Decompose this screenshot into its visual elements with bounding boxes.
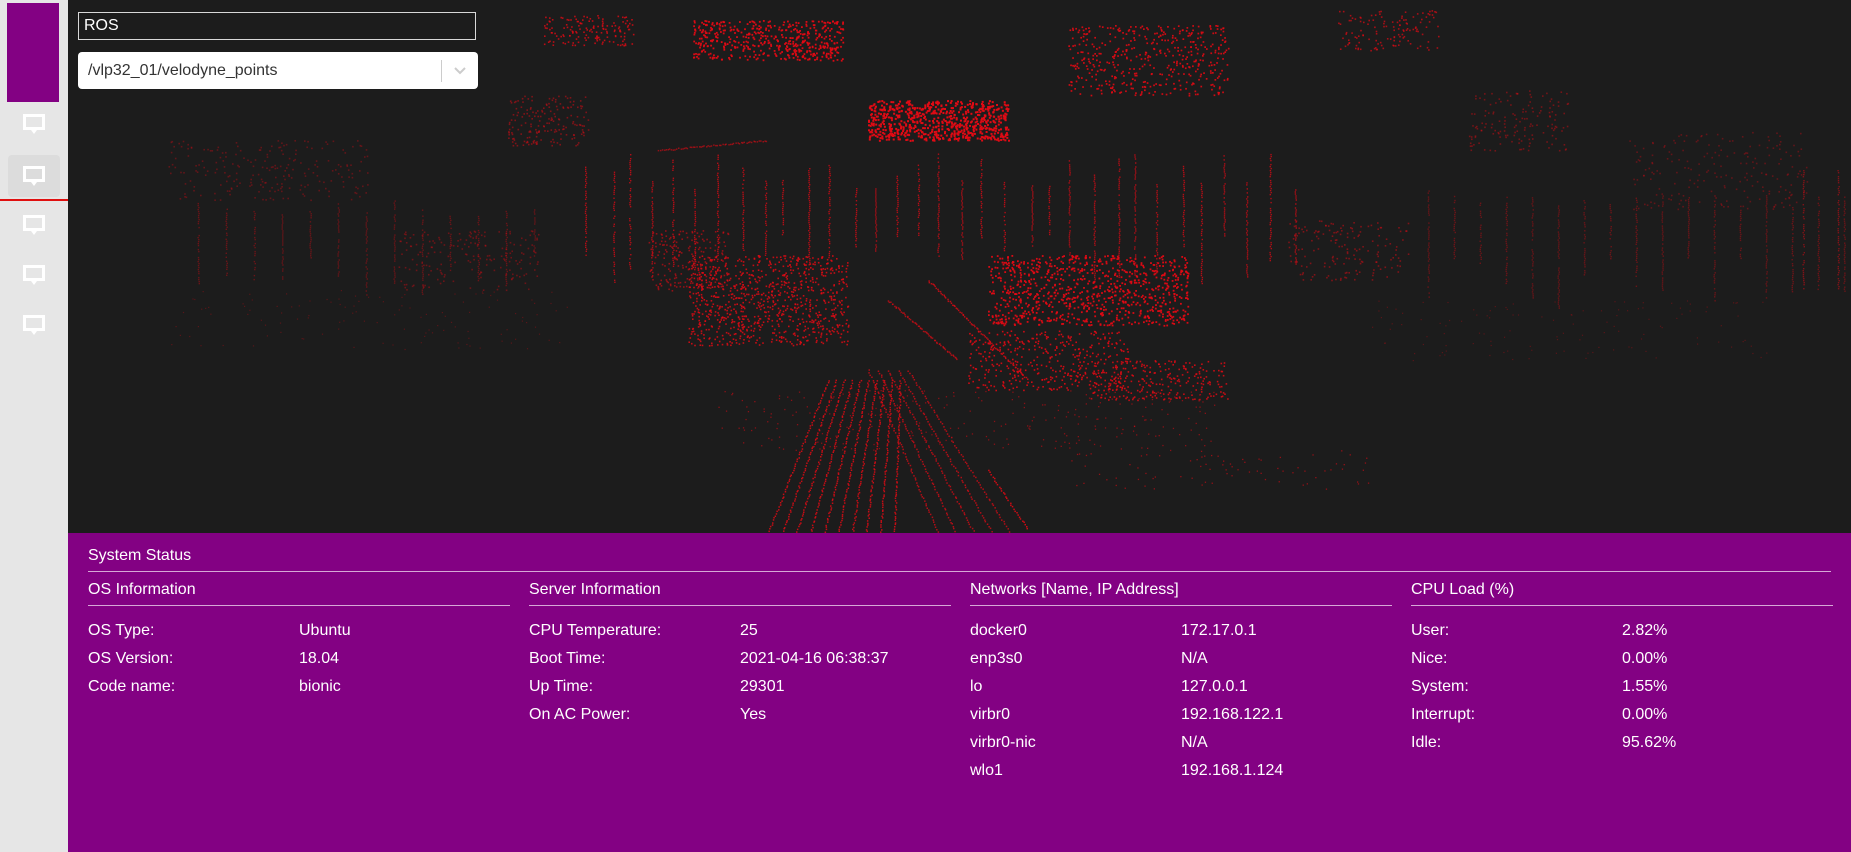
info-row: Nice: 0.00%	[1411, 645, 1833, 673]
row-label: Code name:	[88, 678, 176, 695]
row-label: wlo1	[970, 762, 1003, 779]
sidebar-item-2[interactable]	[8, 155, 60, 197]
row-value: 192.168.122.1	[1181, 706, 1284, 723]
row-label: User:	[1411, 622, 1450, 639]
section-title: OS Information	[88, 580, 510, 606]
row-label: System:	[1411, 678, 1469, 695]
row-value: 1.55%	[1622, 678, 1668, 695]
inbox-icon	[23, 114, 45, 134]
row-value: 2.82%	[1622, 622, 1668, 639]
cpu-load-section: CPU Load (%) User: 2.82% Nice: 0.00% Syste…	[1411, 580, 1833, 757]
row-label: virbr0	[970, 706, 1011, 723]
inbox-icon	[23, 215, 45, 235]
section-title: CPU Load (%)	[1411, 580, 1833, 606]
sidebar-item-5[interactable]	[8, 304, 60, 346]
row-label: OS Version:	[88, 650, 174, 667]
row-label: virbr0-nic	[970, 734, 1036, 751]
info-row: Up Time: 29301	[529, 673, 951, 701]
system-status-title: System Status	[88, 547, 192, 564]
row-label: On AC Power:	[529, 706, 631, 723]
row-label: Up Time:	[529, 678, 594, 695]
row-value: Yes	[740, 706, 767, 723]
networks-section: Networks [Name, IP Address] docker0 172.1…	[970, 580, 1392, 785]
row-label: Interrupt:	[1411, 706, 1476, 723]
inbox-icon	[23, 315, 45, 335]
row-value: 172.17.0.1	[1181, 622, 1257, 639]
point-cloud-viewer[interactable]: ROS /vlp32_01/velodyne_points	[68, 0, 1851, 533]
divider	[88, 571, 1831, 572]
info-row: Idle: 95.62%	[1411, 729, 1833, 757]
row-value: Ubuntu	[299, 622, 351, 639]
section-title: Networks [Name, IP Address]	[970, 580, 1392, 606]
active-indicator	[0, 199, 68, 201]
row-value: 2021-04-16 06:38:37	[740, 650, 889, 667]
system-status-panel: System Status OS Information OS Type: Ubu…	[68, 533, 1851, 852]
topic-select-value: /vlp32_01/velodyne_points	[88, 61, 278, 79]
info-row: Interrupt: 0.00%	[1411, 701, 1833, 729]
app-root: ROS /vlp32_01/velodyne_points System Sta…	[0, 0, 1851, 852]
row-value: N/A	[1181, 734, 1208, 751]
info-row: wlo1 192.168.1.124	[970, 757, 1392, 785]
info-row: lo 127.0.0.1	[970, 673, 1392, 701]
chevron-down-icon[interactable]	[442, 52, 478, 89]
info-row: virbr0-nic N/A	[970, 729, 1392, 757]
row-value: 18.04	[299, 650, 340, 667]
row-value: 95.62%	[1622, 734, 1677, 751]
row-label: Boot Time:	[529, 650, 606, 667]
row-value: 25	[740, 622, 758, 639]
sidebar	[0, 0, 68, 852]
row-value: 127.0.0.1	[1181, 678, 1248, 695]
brand-block	[7, 3, 59, 102]
info-row: OS Version: 18.04	[88, 645, 510, 673]
row-value: 0.00%	[1622, 650, 1668, 667]
inbox-icon	[23, 166, 45, 186]
info-row: User: 2.82%	[1411, 617, 1833, 645]
inbox-icon	[23, 265, 45, 285]
info-row: Code name: bionic	[88, 673, 510, 701]
row-value: 29301	[740, 678, 785, 695]
row-label: enp3s0	[970, 650, 1023, 667]
server-information-section: Server Information CPU Temperature: 25 Bo…	[529, 580, 951, 729]
topic-select[interactable]: /vlp32_01/velodyne_points	[78, 52, 478, 89]
info-row: On AC Power: Yes	[529, 701, 951, 729]
info-row: virbr0 192.168.122.1	[970, 701, 1392, 729]
row-label: Nice:	[1411, 650, 1448, 667]
sidebar-item-4[interactable]	[8, 254, 60, 296]
row-label: OS Type:	[88, 622, 155, 639]
row-label: docker0	[970, 622, 1027, 639]
os-information-section: OS Information OS Type: Ubuntu OS Version…	[88, 580, 510, 701]
info-row: Boot Time: 2021-04-16 06:38:37	[529, 645, 951, 673]
row-label: lo	[970, 678, 983, 695]
row-value: 0.00%	[1622, 706, 1668, 723]
sidebar-item-3[interactable]	[8, 204, 60, 246]
row-label: CPU Temperature:	[529, 622, 662, 639]
info-row: docker0 172.17.0.1	[970, 617, 1392, 645]
viewer-title: ROS	[78, 12, 476, 40]
row-value: N/A	[1181, 650, 1208, 667]
row-label: Idle:	[1411, 734, 1442, 751]
section-title: Server Information	[529, 580, 951, 606]
row-value: bionic	[299, 678, 341, 695]
info-row: CPU Temperature: 25	[529, 617, 951, 645]
sidebar-item-1[interactable]	[8, 103, 60, 145]
info-row: System: 1.55%	[1411, 673, 1833, 701]
info-row: enp3s0 N/A	[970, 645, 1392, 673]
row-value: 192.168.1.124	[1181, 762, 1284, 779]
info-row: OS Type: Ubuntu	[88, 617, 510, 645]
